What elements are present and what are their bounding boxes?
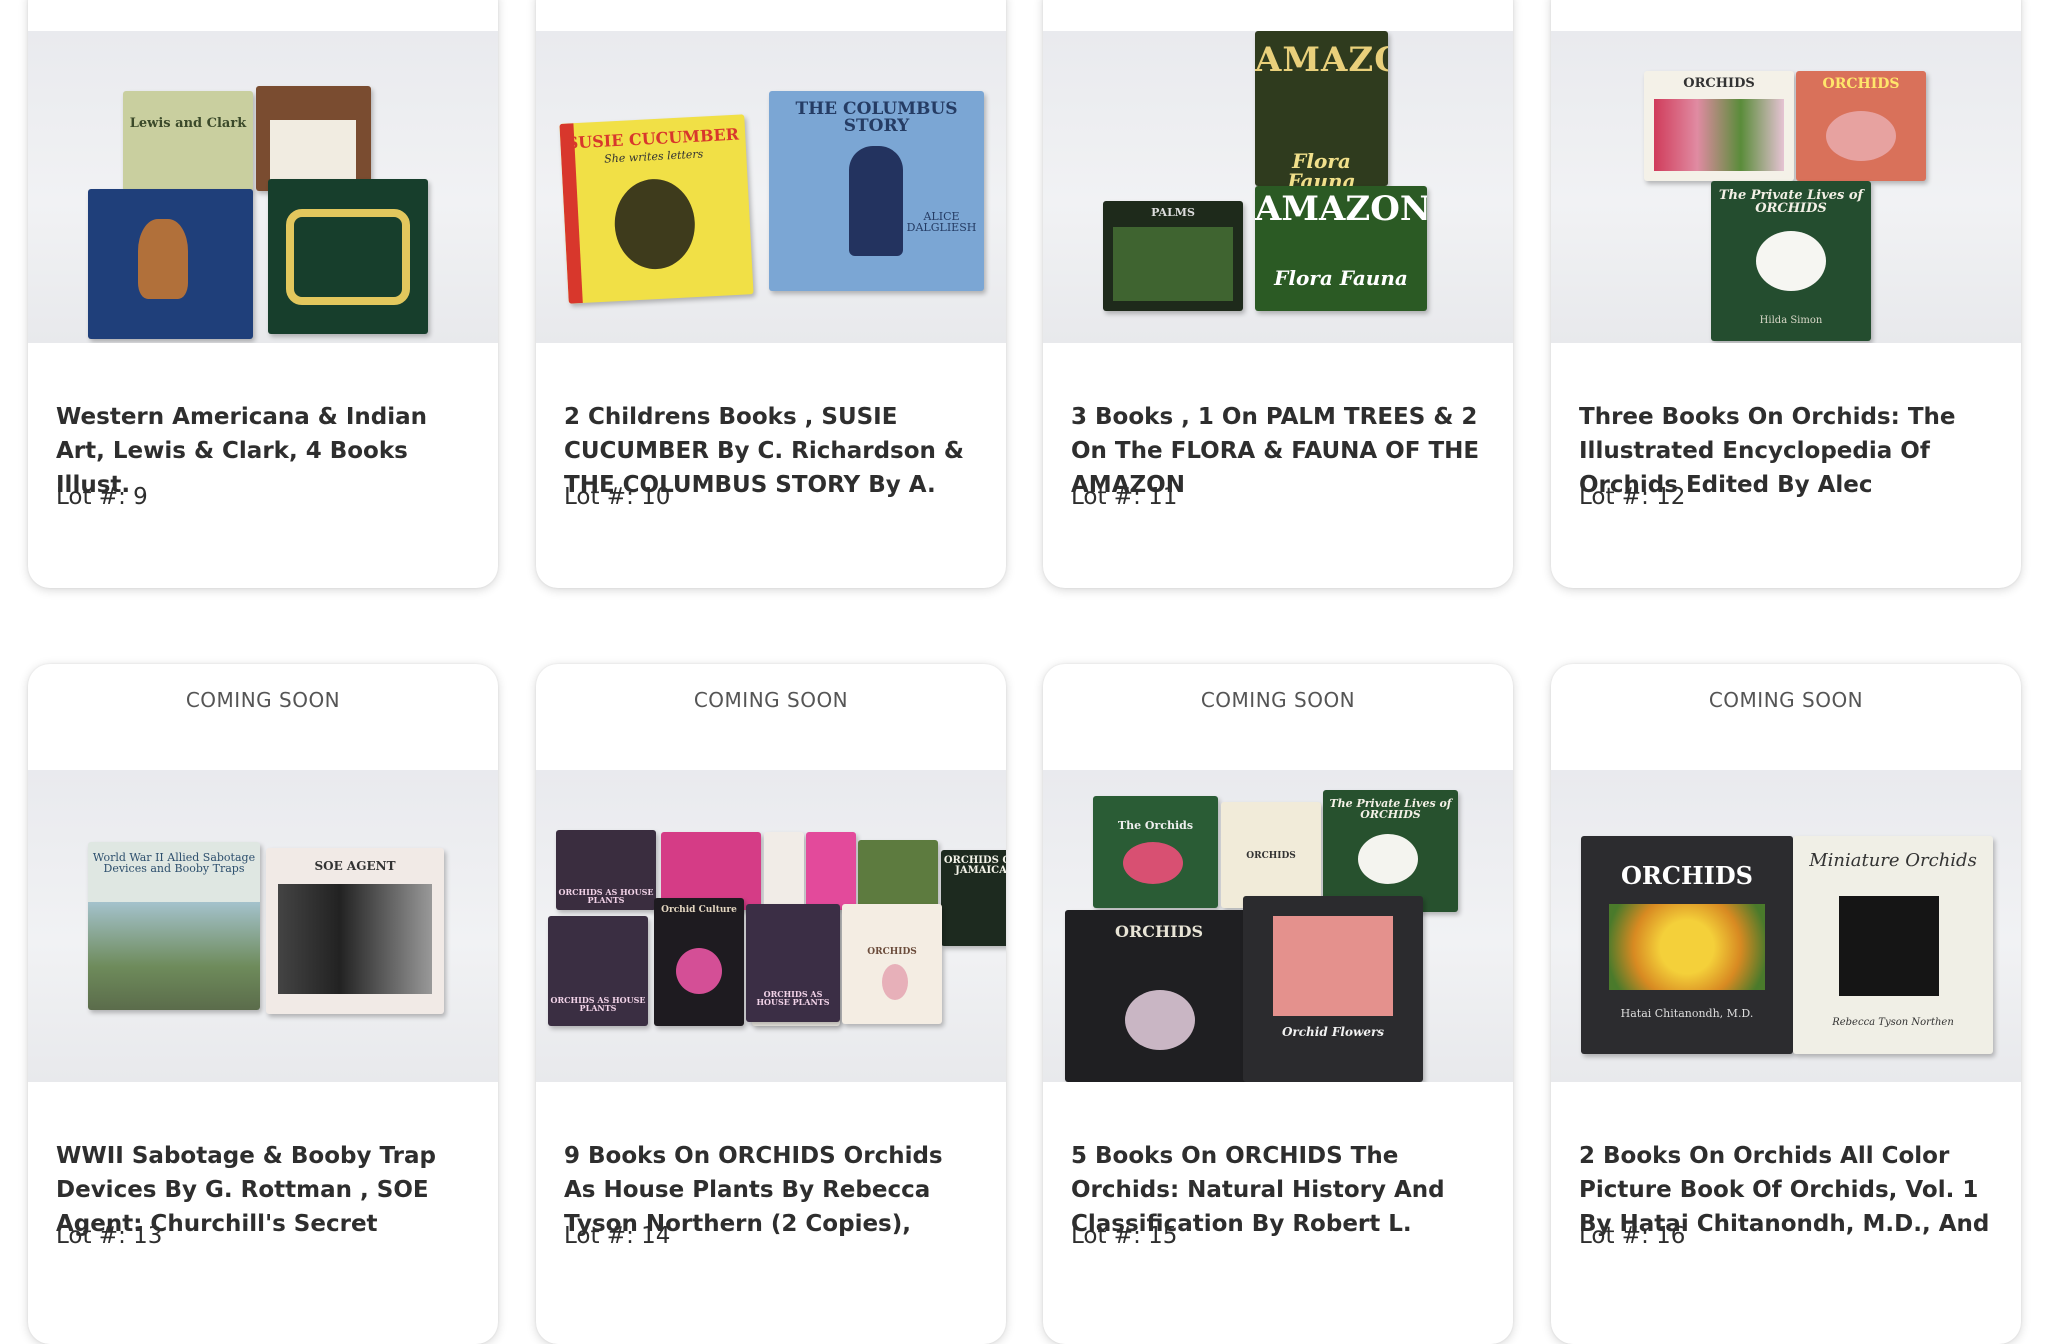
lot-number: Lot #: 14 — [564, 1223, 671, 1249]
lot-number: Lot #: 15 — [1071, 1223, 1178, 1249]
lot-number: Lot #: 11 — [1071, 484, 1178, 510]
lot-photo[interactable]: ORCHIDS AS HOUSE PLANTS ORCHIDS OF JAMAI… — [536, 770, 1006, 1082]
lot-number: Lot #: 9 — [56, 484, 148, 510]
status-badge: COMING SOON — [1200, 688, 1356, 712]
lot-card[interactable]: COMING SOON ORCHIDS AS HOUSE PLANTS ORCH… — [536, 664, 1006, 1344]
lot-number: Lot #: 12 — [1579, 484, 1686, 510]
lot-number: Lot #: 13 — [56, 1223, 163, 1249]
lot-card[interactable]: Lewis and Clark Western Americana & Indi… — [28, 0, 498, 588]
lot-card[interactable]: COMING SOON World War II Allied Sabotage… — [28, 664, 498, 1344]
lot-photo[interactable]: SUSIE CUCUMBER She writes letters THE CO… — [536, 31, 1006, 343]
status-badge: COMING SOON — [693, 688, 849, 712]
lot-photo[interactable]: ORCHIDS Hatai Chitanondh, M.D. Miniature… — [1551, 770, 2021, 1082]
lot-photo[interactable]: ORCHIDS ORCHIDS The Private Lives of ORC… — [1551, 31, 2021, 343]
lot-number: Lot #: 16 — [1579, 1223, 1686, 1249]
lot-number: Lot #: 10 — [564, 484, 671, 510]
status-badge: COMING SOON — [185, 688, 341, 712]
lot-photo[interactable]: The Orchids ORCHIDS The Private Lives of… — [1043, 770, 1513, 1082]
lot-card[interactable]: SUSIE CUCUMBER She writes letters THE CO… — [536, 0, 1006, 588]
status-badge: COMING SOON — [1708, 688, 1864, 712]
lot-card[interactable]: AMAZONIA Flora Fauna PALMS AMAZONIA Flor… — [1043, 0, 1513, 588]
lot-photo[interactable]: Lewis and Clark — [28, 31, 498, 343]
lot-card[interactable]: COMING SOON The Orchids ORCHIDS The Priv… — [1043, 664, 1513, 1344]
lot-card[interactable]: ORCHIDS ORCHIDS The Private Lives of ORC… — [1551, 0, 2021, 588]
lot-photo[interactable]: AMAZONIA Flora Fauna PALMS AMAZONIA Flor… — [1043, 31, 1513, 343]
lot-grid: Lewis and Clark Western Americana & Indi… — [0, 0, 2048, 1344]
lot-photo[interactable]: World War II Allied Sabotage Devices and… — [28, 770, 498, 1082]
lot-card[interactable]: COMING SOON ORCHIDS Hatai Chitanondh, M.… — [1551, 664, 2021, 1344]
